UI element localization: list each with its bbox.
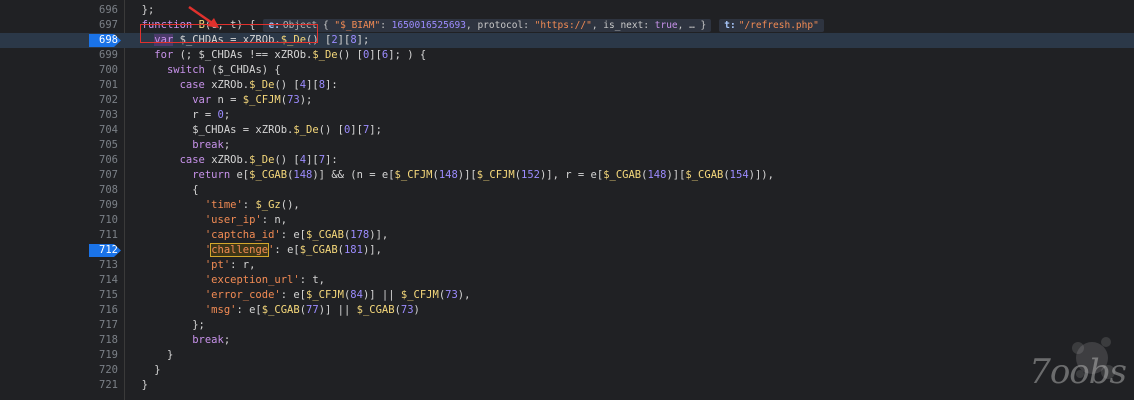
line-number[interactable]: 720 — [0, 363, 121, 378]
line-number[interactable]: 696 — [0, 3, 121, 18]
line-number[interactable]: 703 — [0, 108, 121, 123]
line-number[interactable]: 708 — [0, 183, 121, 198]
code-line: 709 'time': $_Gz(), — [0, 198, 1134, 213]
inline-value-tooltip-e[interactable]: e: Object { "$_BIAM": 1650016525693, prot… — [263, 19, 712, 32]
line-number[interactable]: 697 — [0, 18, 121, 33]
line-number[interactable]: 715 — [0, 288, 121, 303]
code-line: 706 case xZROb.$_De() [4][7]: — [0, 153, 1134, 168]
line-number[interactable]: 700 — [0, 63, 121, 78]
annotation-highlight-box — [140, 24, 318, 43]
code-line: 711 'captcha_id': e[$_CGAB(178)], — [0, 228, 1134, 243]
code-line-breakpoint: 712 'challenge': e[$_CGAB(181)], — [0, 243, 1134, 258]
source-code-editor[interactable]: 695 } 696 }; 697 function B(e, t) {e:Obj… — [0, 0, 1134, 393]
code-line: 719 } — [0, 348, 1134, 363]
line-number[interactable]: 710 — [0, 213, 121, 228]
breakpoint-marker[interactable]: 698 — [89, 34, 121, 47]
annotation-arrow-icon — [188, 5, 219, 28]
code-line: 720 } — [0, 363, 1134, 378]
inline-value-tooltip-t[interactable]: t: "/refresh.php" — [719, 19, 824, 32]
code-line: 704 $_CHDAs = xZROb.$_De() [0][7]; — [0, 123, 1134, 138]
line-number[interactable]: 711 — [0, 228, 121, 243]
code-line: 701 case xZROb.$_De() [4][8]: — [0, 78, 1134, 93]
code-line: 702 var n = $_CFJM(73); — [0, 93, 1134, 108]
code-line: 699 for (; $_CHDAs !== xZROb.$_De() [0][… — [0, 48, 1134, 63]
code-line: 717 }; — [0, 318, 1134, 333]
line-number[interactable]: 699 — [0, 48, 121, 63]
watermark-logo: 7oobs — [1029, 352, 1127, 392]
code-line: 708 { — [0, 183, 1134, 198]
breakpoint-marker[interactable]: 712 — [89, 244, 121, 257]
line-number[interactable]: 716 — [0, 303, 121, 318]
line-number[interactable]: 704 — [0, 123, 121, 138]
code-line: 703 r = 0; — [0, 108, 1134, 123]
line-number[interactable]: 705 — [0, 138, 121, 153]
code-line: 713 'pt': r, — [0, 258, 1134, 273]
line-number[interactable]: 714 — [0, 273, 121, 288]
code-line: 696 }; — [0, 3, 1134, 18]
code-line: 721 } — [0, 378, 1134, 393]
line-number[interactable]: 709 — [0, 198, 121, 213]
search-match-highlight: challenge — [210, 243, 270, 257]
code-line: 700 switch ($_CHDAs) { — [0, 63, 1134, 78]
line-number[interactable]: 719 — [0, 348, 121, 363]
line-number[interactable]: 721 — [0, 378, 121, 393]
line-number[interactable]: 701 — [0, 78, 121, 93]
line-number[interactable]: 702 — [0, 93, 121, 108]
line-number[interactable]: 713 — [0, 258, 121, 273]
line-number[interactable]: 718 — [0, 333, 121, 348]
line-number[interactable]: 717 — [0, 318, 121, 333]
code-line: 714 'exception_url': t, — [0, 273, 1134, 288]
code-line: 716 'msg': e[$_CGAB(77)] || $_CGAB(73) — [0, 303, 1134, 318]
line-number[interactable]: 706 — [0, 153, 121, 168]
code-line: 705 break; — [0, 138, 1134, 153]
code-line: 707 return e[$_CGAB(148)] && (n = e[$_CF… — [0, 168, 1134, 183]
code-line: 710 'user_ip': n, — [0, 213, 1134, 228]
line-number[interactable]: 707 — [0, 168, 121, 183]
code-line: 715 'error_code': e[$_CFJM(84)] || $_CFJ… — [0, 288, 1134, 303]
code-line: 718 break; — [0, 333, 1134, 348]
